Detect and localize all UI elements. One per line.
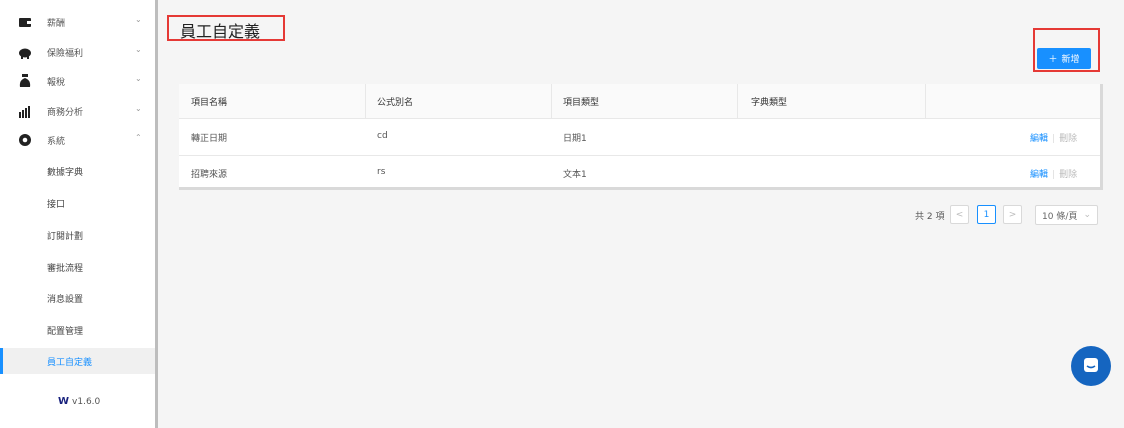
sidebar-subitem-label: 訂閱計劃: [47, 232, 84, 242]
cell-type: 日期1: [563, 134, 587, 144]
sidebar-subitem-config-management[interactable]: 配置管理: [0, 317, 155, 343]
sidebar-subitem-data-dictionary[interactable]: 數據字典: [0, 158, 155, 184]
sidebar-subitem-interface[interactable]: 接口: [0, 190, 155, 216]
sidebar-subitem-label: 審批流程: [47, 264, 84, 274]
cell-name: 招聘來源: [191, 170, 228, 180]
app-version: W v1.6.0: [58, 396, 100, 407]
wallet-icon: [18, 15, 32, 29]
column-header-dict-type: 字典類型: [751, 98, 788, 108]
add-button[interactable]: ＋ 新增: [1037, 48, 1091, 69]
chevron-down-icon: ⌄: [135, 74, 142, 83]
cell-name: 轉正日期: [191, 134, 228, 144]
sidebar-item-label: 系統: [47, 137, 66, 147]
column-header-type: 項目類型: [563, 98, 600, 108]
column-divider: [551, 84, 552, 118]
piggy-bank-icon: [18, 45, 32, 59]
column-header-name: 項目名稱: [191, 98, 228, 108]
column-divider: [365, 84, 366, 118]
bar-chart-icon: [18, 104, 32, 118]
sidebar-item-label: 保險福利: [47, 49, 84, 59]
sidebar-subitem-subscription-plan[interactable]: 訂閱計劃: [0, 222, 155, 248]
cell-alias: cd: [377, 131, 388, 141]
chat-support-button[interactable]: [1071, 346, 1111, 386]
delete-link[interactable]: 刪除: [1059, 134, 1077, 144]
delete-link[interactable]: 刪除: [1059, 170, 1077, 180]
chevron-down-icon: ⌄: [135, 45, 142, 54]
sidebar-subitem-label: 配置管理: [47, 327, 84, 337]
sidebar-item-tax[interactable]: 報稅 ⌄: [0, 66, 155, 96]
chevron-right-icon: >: [1008, 209, 1017, 220]
column-header-alias: 公式別名: [377, 98, 414, 108]
table-row: 轉正日期 cd 日期1 編輯 | 刪除: [179, 119, 1100, 156]
edit-link[interactable]: 編輯: [1030, 134, 1048, 144]
sidebar-subitem-label: 接口: [47, 200, 66, 210]
sidebar-subitem-message-settings[interactable]: 消息設置: [0, 285, 155, 311]
chevron-up-icon: ⌃: [135, 133, 142, 142]
sidebar-item-label: 薪酬: [47, 19, 66, 29]
chat-icon: [1082, 356, 1100, 377]
table-header: 項目名稱 公式別名 項目類型 字典類型: [179, 84, 1100, 119]
gear-icon: [18, 133, 32, 147]
column-divider: [925, 84, 926, 118]
chevron-down-icon: ⌄: [135, 104, 142, 113]
add-button-label: 新增: [1061, 55, 1080, 65]
pagination-page-1[interactable]: 1: [977, 205, 996, 224]
chevron-left-icon: <: [955, 209, 964, 220]
sidebar-item-salary[interactable]: 薪酬 ⌄: [0, 7, 155, 37]
cell-alias: rs: [377, 167, 386, 177]
action-divider: |: [1052, 170, 1056, 180]
sidebar-subitem-employee-custom[interactable]: 員工自定義: [0, 348, 158, 374]
page-size-select[interactable]: 10 條/頁 ⌄: [1035, 205, 1098, 225]
sidebar-scrollbar[interactable]: [155, 0, 158, 428]
sidebar-item-system[interactable]: 系統 ⌃: [0, 125, 155, 155]
sidebar-item-label: 商務分析: [47, 108, 84, 118]
chevron-down-icon: ⌄: [135, 15, 142, 24]
chevron-down-icon: ⌄: [1083, 210, 1091, 220]
sidebar-subitem-label: 數據字典: [47, 168, 84, 178]
sidebar: 薪酬 ⌄ 保險福利 ⌄ 報稅 ⌄ 商務分析 ⌄ 系統 ⌃ 數據字典 接口 訂閱計…: [0, 0, 158, 428]
sidebar-item-insurance[interactable]: 保險福利 ⌄: [0, 37, 155, 67]
action-divider: |: [1052, 134, 1056, 144]
sidebar-item-label: 報稅: [47, 78, 66, 88]
table-row: 招聘來源 rs 文本1 編輯 | 刪除: [179, 155, 1100, 191]
pagination-prev-button[interactable]: <: [950, 205, 969, 224]
pagination-total: 共 2 項: [915, 212, 945, 222]
page-size-value: 10 條/頁: [1042, 211, 1078, 222]
sidebar-subitem-label: 員工自定義: [47, 358, 93, 368]
row-actions: 編輯 | 刪除: [1030, 131, 1077, 144]
version-label: v1.6.0: [72, 396, 101, 407]
edit-link[interactable]: 編輯: [1030, 170, 1048, 180]
sidebar-subitem-approval-flow[interactable]: 審批流程: [0, 254, 155, 280]
row-actions: 編輯 | 刪除: [1030, 167, 1077, 180]
custom-fields-table: 項目名稱 公式別名 項目類型 字典類型 轉正日期 cd 日期1 編輯 | 刪除 招聘…: [179, 84, 1103, 190]
sidebar-item-business-analysis[interactable]: 商務分析 ⌄: [0, 96, 155, 126]
cell-type: 文本1: [563, 170, 587, 180]
pagination-next-button[interactable]: >: [1003, 205, 1022, 224]
page-title-highlight: 員工自定義: [167, 15, 285, 41]
brand-logo-icon: W: [58, 396, 70, 407]
plus-icon: ＋: [1048, 55, 1058, 65]
money-bag-icon: [18, 74, 32, 88]
page-number: 1: [983, 209, 990, 220]
column-divider: [737, 84, 738, 118]
page-title: 員工自定義: [180, 22, 261, 41]
sidebar-subitem-label: 消息設置: [47, 295, 84, 305]
